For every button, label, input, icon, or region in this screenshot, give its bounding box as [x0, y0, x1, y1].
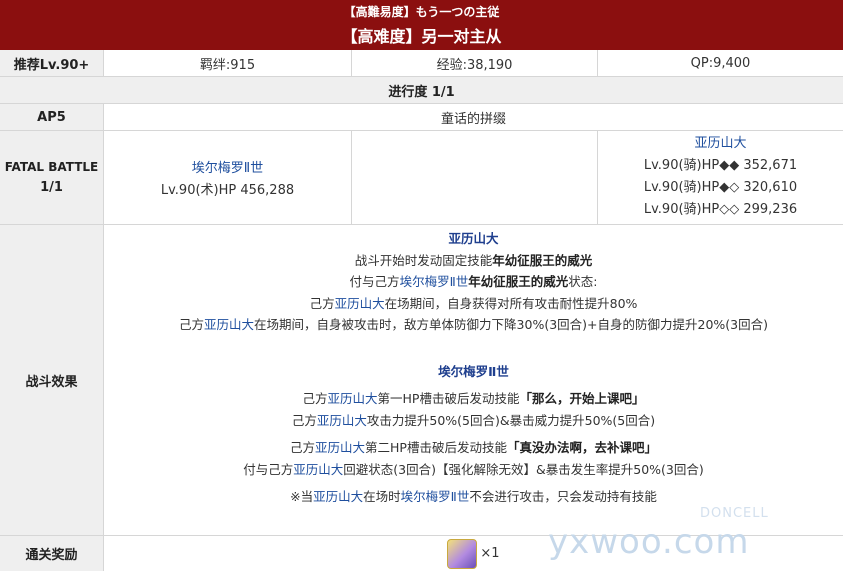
- reward-count: ×1: [480, 546, 500, 561]
- quest-subtitle: 【高難易度】もう一つの主従: [343, 5, 500, 19]
- skill-name: 「真没办法啊，去补课吧」: [506, 440, 657, 455]
- effects-content: 亚历山大 战斗开始时发动固定技能年幼征服王的威光 付与己方埃尔梅罗Ⅱ世年幼征服王…: [104, 225, 843, 535]
- skill-name: 「那么，开始上课吧」: [519, 391, 645, 406]
- effect-line: 战斗开始时发动固定技能年幼征服王的威光: [104, 250, 843, 272]
- servant-link[interactable]: 埃尔梅罗Ⅱ世: [401, 489, 470, 504]
- effect-text: 付与己方: [349, 274, 400, 289]
- progress-text: 进行度 1/1: [388, 84, 455, 100]
- exp-value: 经验:38,190: [436, 57, 513, 73]
- alexander-title[interactable]: 亚历山大: [104, 228, 843, 250]
- stage-name-cell: 童话的拼缀: [104, 104, 843, 130]
- battle-row: FATAL BATTLE 1/1 埃尔梅罗Ⅱ世 Lv.90(术)HP 456,2…: [0, 131, 843, 225]
- enemy-3-hp-1: Lv.90(骑)HP◆◆ 352,671: [643, 158, 798, 173]
- ap-cost: AP5: [0, 104, 104, 130]
- effect-text: 状态:: [568, 274, 598, 289]
- reward-label: 通关奖励: [0, 536, 104, 571]
- servant-link[interactable]: 亚历山大: [293, 462, 343, 477]
- effect-note: ※当亚历山大在场时埃尔梅罗Ⅱ世不会进行攻击，只会发动持有技能: [104, 486, 843, 508]
- skill-name: 年幼征服王的威光: [468, 274, 569, 289]
- effect-line: 付与己方埃尔梅罗Ⅱ世年幼征服王的威光状态:: [104, 271, 843, 293]
- effects-row: 战斗效果 亚历山大 战斗开始时发动固定技能年幼征服王的威光 付与己方埃尔梅罗Ⅱ世…: [0, 225, 843, 536]
- enemy-3-name[interactable]: 亚历山大: [694, 133, 746, 155]
- enemy-3-cell: 亚历山大 Lv.90(骑)HP◆◆ 352,671 Lv.90(骑)HP◆◇ 3…: [598, 131, 843, 224]
- effect-line: 己方亚历山大第一HP槽击破后发动技能「那么，开始上课吧」: [104, 388, 843, 410]
- servant-link[interactable]: 埃尔梅罗Ⅱ世: [400, 274, 469, 289]
- skill-name: 年幼征服王的威光: [492, 252, 593, 268]
- effect-text: 第二HP槽击破后发动技能: [365, 440, 507, 455]
- effect-text: 己方: [290, 440, 316, 455]
- enemy-3-hp-2: Lv.90(骑)HP◆◇ 320,610: [643, 180, 798, 195]
- info-row: 推荐Lv.90+ 羁绊:915 经验:38,190 QP:9,400: [0, 50, 843, 77]
- servant-link[interactable]: 亚历山大: [328, 391, 378, 406]
- battle-label-title: FATAL BATTLE: [4, 160, 99, 174]
- qp-value: QP:9,400: [690, 55, 751, 71]
- effect-line: 己方亚历山大在场期间，自身被攻击时，敌方单体防御力下降30%(3回合)+自身的防…: [104, 314, 843, 336]
- enemy-1-cell: 埃尔梅罗Ⅱ世 Lv.90(术)HP 456,288: [104, 131, 352, 224]
- effect-text: 己方: [291, 412, 317, 428]
- enemy-3-hp-3: Lv.90(骑)HP◇◇ 299,236: [643, 202, 798, 217]
- progress-row: 进行度 1/1: [0, 77, 843, 104]
- effect-line: 己方亚历山大在场期间，自身获得对所有攻击耐性提升80%: [104, 293, 843, 315]
- effect-text: 在场时: [363, 489, 401, 504]
- ap-row: AP5 童话的拼缀: [0, 104, 843, 131]
- effect-text: 战斗开始时发动固定技能: [354, 252, 493, 268]
- effect-text: 第一HP槽击破后发动技能: [377, 391, 520, 406]
- effect-text: 付与己方: [243, 461, 294, 477]
- servant-link[interactable]: 亚历山大: [313, 489, 363, 504]
- battle-label: FATAL BATTLE 1/1: [0, 131, 104, 224]
- recommend-level: 推荐Lv.90+: [0, 50, 104, 76]
- el-melloi-title[interactable]: 埃尔梅罗Ⅱ世: [104, 361, 843, 383]
- site-watermark: yxwoo.com: [548, 522, 750, 562]
- effect-text: 己方: [302, 391, 328, 406]
- servant-link[interactable]: 亚历山大: [317, 413, 367, 428]
- effect-text: 攻击力提升50%(5回合)&暴击威力提升50%(5回合): [366, 412, 656, 428]
- effect-text: ※当: [290, 489, 314, 504]
- servant-link[interactable]: 亚历山大: [315, 440, 365, 455]
- effect-line: 己方亚历山大第二HP槽击破后发动技能「真没办法啊，去补课吧」: [104, 437, 843, 459]
- enemy-1-name[interactable]: 埃尔梅罗Ⅱ世: [192, 158, 263, 180]
- battle-label-wave: 1/1: [40, 180, 63, 195]
- bond-value: 羁绊:915: [199, 57, 256, 73]
- quest-title: 【高难度】另一对主从: [341, 27, 502, 46]
- effects-label: 战斗效果: [0, 225, 104, 535]
- item-card-icon[interactable]: [447, 538, 478, 569]
- servant-link[interactable]: 亚历山大: [204, 317, 254, 332]
- watermark-small: DONCELL: [700, 506, 769, 521]
- exp-cell: 经验:38,190: [352, 50, 598, 76]
- effect-text: 在场期间，自身获得对所有攻击耐性提升80%: [384, 295, 638, 311]
- bond-cell: 羁绊:915: [104, 50, 352, 76]
- effect-line: 己方亚历山大攻击力提升50%(5回合)&暴击威力提升50%(5回合): [104, 410, 843, 432]
- enemy-1-stats: Lv.90(术)HP 456,288: [160, 183, 295, 198]
- effect-text: 回避状态(3回合)【强化解除无效】&暴击发生率提升50%(3回合): [343, 461, 704, 477]
- effect-text: 己方: [179, 317, 205, 332]
- effect-text: 己方: [309, 295, 335, 311]
- effect-text: 不会进行攻击，只会发动持有技能: [469, 489, 657, 504]
- enemy-2-cell: [352, 131, 598, 224]
- stage-name: 童话的拼缀: [440, 111, 506, 127]
- quest-header: 【高難易度】もう一つの主従 【高难度】另一对主从: [0, 0, 843, 50]
- effect-line: 付与己方亚历山大回避状态(3回合)【强化解除无效】&暴击发生率提升50%(3回合…: [104, 459, 843, 481]
- progress-cell: 进行度 1/1: [0, 77, 843, 103]
- effect-text: 在场期间，自身被攻击时，敌方单体防御力下降30%(3回合)+自身的防御力提升20…: [254, 317, 768, 332]
- servant-link[interactable]: 亚历山大: [335, 296, 385, 311]
- qp-cell: QP:9,400: [598, 50, 843, 76]
